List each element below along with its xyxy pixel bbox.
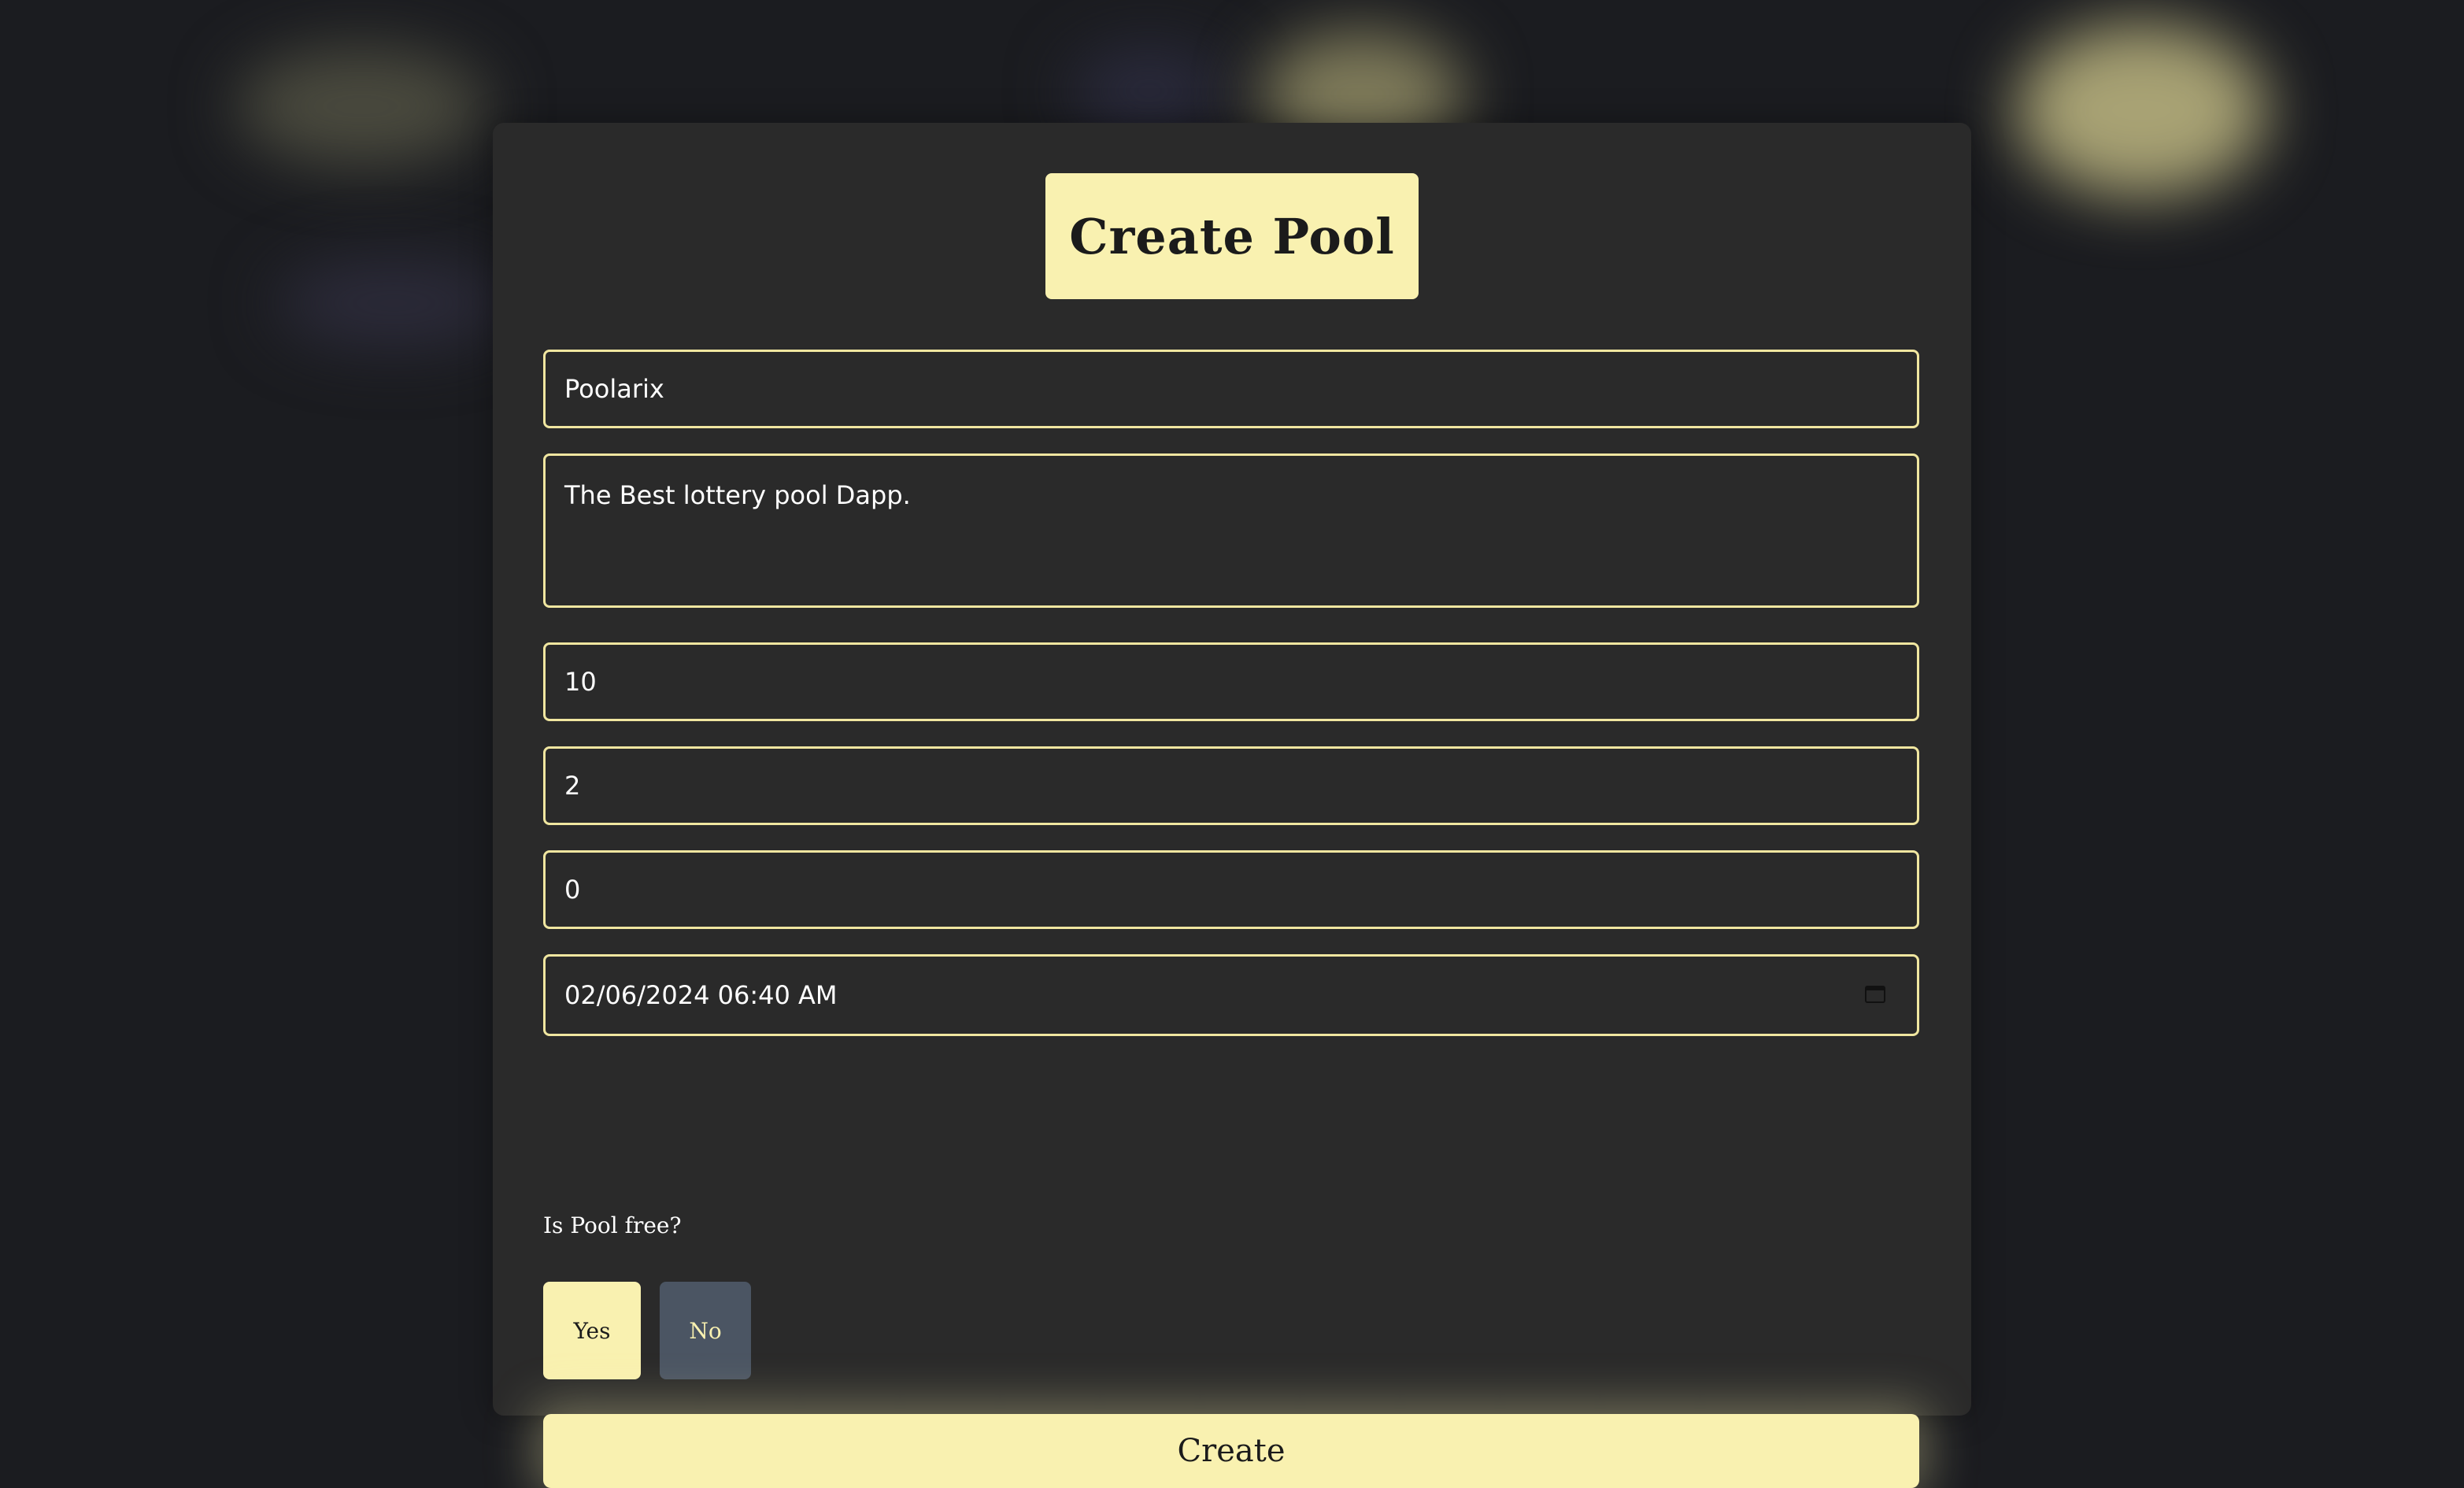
background-glow [276,260,512,346]
background-glow [236,47,488,165]
pool-free-label: Is Pool free? [543,1212,682,1238]
modal-title: Create Pool [1045,173,1419,299]
pool-description-textarea[interactable]: The Best lottery pool Dapp. [543,453,1919,608]
yes-button[interactable]: Yes [543,1282,641,1379]
pool-name-input[interactable] [543,350,1919,428]
create-button[interactable]: Create [543,1414,1919,1488]
background-glow [2015,24,2267,197]
pool-number-input-3[interactable] [543,850,1919,929]
create-pool-modal: Create Pool The Best lottery pool Dapp. … [493,123,1971,1488]
background-glow [1071,47,1228,134]
pool-number-input-1[interactable] [543,642,1919,721]
datetime-value: 02/06/2024 06:40 AM [564,980,838,1010]
pool-number-input-2[interactable] [543,746,1919,825]
calendar-icon[interactable] [1865,986,1885,1005]
pool-datetime-input[interactable]: 02/06/2024 06:40 AM [543,954,1919,1036]
no-button[interactable]: No [660,1282,751,1379]
